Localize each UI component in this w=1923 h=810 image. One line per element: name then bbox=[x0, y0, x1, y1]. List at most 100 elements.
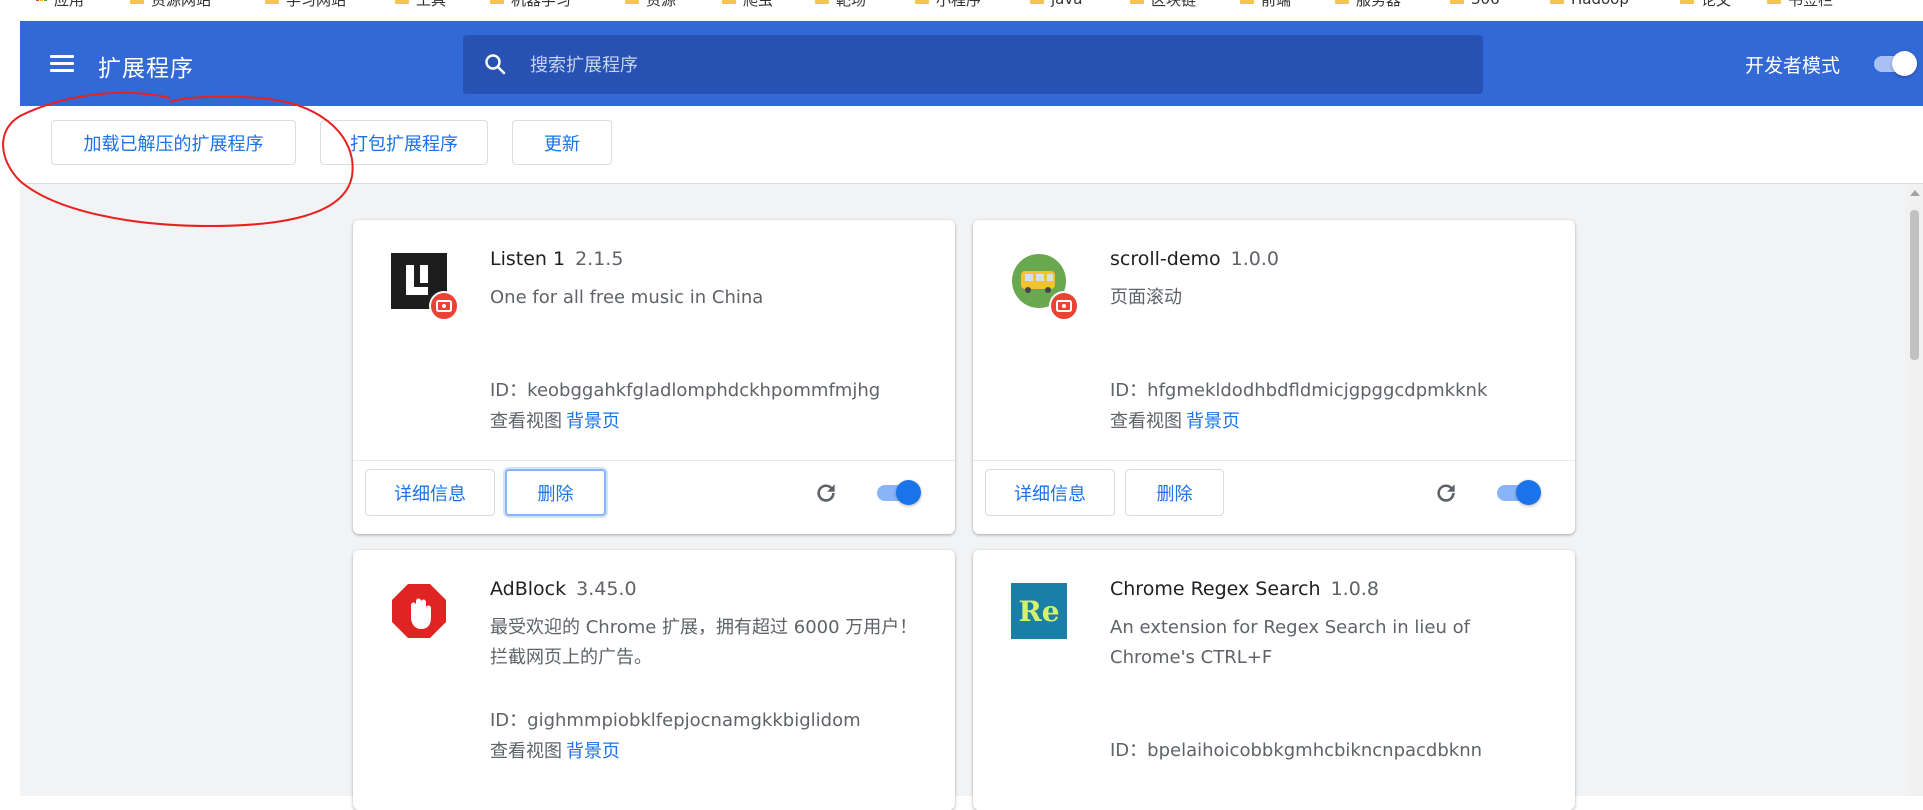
inspect-views: 查看视图 背景页 bbox=[490, 737, 620, 763]
re-icon-text: Re bbox=[1018, 595, 1059, 628]
extension-card: AdBlock 3.45.0 最受欢迎的 Chrome 扩展，拥有超过 6000 … bbox=[353, 550, 955, 810]
extension-version: 2.1.5 bbox=[575, 248, 624, 270]
developer-mode-label: 开发者模式 bbox=[1745, 55, 1841, 77]
bookmarks-bar: 应用 资源网站 学习网站 工具 机器学习 资源 爬虫 靶场 小程序 java 区… bbox=[0, 0, 1923, 21]
extension-description: 页面滚动 bbox=[1110, 287, 1182, 308]
load-unpacked-button[interactable]: 加载已解压的扩展程序 bbox=[51, 120, 296, 165]
folder-icon bbox=[1335, 0, 1349, 4]
enable-toggle[interactable] bbox=[1495, 480, 1541, 506]
bookmark-label: 306 bbox=[1471, 0, 1500, 8]
folder-icon bbox=[1240, 0, 1254, 4]
toggle-knob bbox=[1516, 480, 1541, 505]
reload-icon[interactable] bbox=[1433, 480, 1459, 506]
extension-version: 1.0.8 bbox=[1330, 578, 1379, 600]
scroll-up-arrow-icon[interactable] bbox=[1910, 190, 1920, 196]
folder-icon bbox=[1030, 0, 1044, 4]
folder-icon bbox=[130, 0, 144, 4]
bookmark-label: 机器学习 bbox=[511, 0, 571, 10]
developer-toolbar: 加载已解压的扩展程序 打包扩展程序 更新 bbox=[20, 106, 1923, 184]
enable-toggle[interactable] bbox=[875, 480, 921, 506]
remove-button[interactable]: 删除 bbox=[1125, 469, 1224, 516]
extensions-header: 扩展程序 开发者模式 bbox=[20, 21, 1923, 106]
id-label: ID： bbox=[1110, 740, 1148, 761]
bookmark-label: 学习网站 bbox=[286, 0, 346, 10]
extension-id: ID：keobggahkfgladlomphdckhpommfmjhg bbox=[490, 376, 880, 402]
folder-icon bbox=[265, 0, 279, 4]
extension-card: Re Chrome Regex Search 1.0.8 An extension… bbox=[973, 550, 1575, 810]
reload-icon[interactable] bbox=[813, 480, 839, 506]
id-label: ID： bbox=[1110, 380, 1148, 401]
unpacked-badge-icon bbox=[429, 291, 459, 321]
bookmark-label: 服务器 bbox=[1356, 0, 1401, 10]
menu-icon[interactable] bbox=[50, 55, 74, 73]
bookmark-folder[interactable]: 区块链 bbox=[1130, 0, 1196, 9]
extension-title: Listen 1 bbox=[490, 248, 566, 270]
id-value: keobggahkfgladlomphdckhpommfmjhg bbox=[527, 380, 881, 401]
background-page-link[interactable]: 背景页 bbox=[1186, 411, 1240, 432]
extension-title: AdBlock bbox=[490, 578, 567, 600]
search-input[interactable] bbox=[528, 47, 1432, 83]
bookmark-folder[interactable]: 前端 bbox=[1240, 0, 1291, 10]
bookmark-folder[interactable]: 靶场 bbox=[815, 0, 866, 9]
extension-id: ID：hfgmekldodhbdfldmicjgpggcdpmkknk bbox=[1110, 376, 1487, 402]
remove-button[interactable]: 删除 bbox=[505, 469, 606, 516]
bookmark-folder[interactable]: 机器学习 bbox=[490, 0, 571, 10]
card-divider bbox=[973, 460, 1575, 461]
update-button[interactable]: 更新 bbox=[512, 120, 612, 165]
bookmark-label: 书签栏 bbox=[1788, 0, 1833, 10]
bookmark-label: 资源 bbox=[646, 0, 676, 10]
bookmark-label: 爬虫 bbox=[743, 0, 773, 10]
toggle-knob bbox=[896, 480, 921, 505]
bookmark-apps[interactable]: 应用 bbox=[36, 0, 84, 9]
bookmark-folder[interactable]: java bbox=[1030, 0, 1082, 8]
bookmark-folder[interactable]: 小程序 bbox=[915, 0, 981, 10]
views-label: 查看视图 bbox=[490, 411, 562, 432]
developer-mode-toggle[interactable] bbox=[1872, 51, 1918, 77]
search-box[interactable] bbox=[463, 35, 1483, 94]
bookmark-folder[interactable]: 爬虫 bbox=[722, 0, 773, 10]
page-scrollbar[interactable] bbox=[1906, 184, 1923, 796]
folder-icon bbox=[815, 0, 829, 4]
background-page-link[interactable]: 背景页 bbox=[566, 411, 620, 432]
extension-title: Chrome Regex Search bbox=[1110, 578, 1321, 600]
bookmark-folder[interactable]: 学习网站 bbox=[265, 0, 346, 10]
bookmark-folder[interactable]: 306 bbox=[1450, 0, 1500, 8]
bookmark-folder[interactable]: 工具 bbox=[395, 0, 446, 10]
bookmark-label: 前端 bbox=[1261, 0, 1291, 10]
extension-description: An extension for Regex Search in lieu of… bbox=[1110, 617, 1470, 668]
pack-extension-button[interactable]: 打包扩展程序 bbox=[320, 120, 488, 165]
scrollbar-thumb[interactable] bbox=[1910, 210, 1919, 360]
bookmark-folder[interactable]: 资源网站 bbox=[130, 0, 211, 10]
bookmark-label: 资源网站 bbox=[151, 0, 211, 10]
folder-icon bbox=[722, 0, 736, 4]
unpacked-badge-icon bbox=[1049, 291, 1079, 321]
extension-version: 1.0.0 bbox=[1230, 248, 1280, 270]
card-divider bbox=[353, 460, 955, 461]
extension-id: ID：bpelaihoicobbkgmhcbikncnpacdbknn bbox=[1110, 736, 1482, 762]
folder-icon bbox=[1450, 0, 1464, 4]
toggle-knob bbox=[1892, 51, 1917, 76]
bookmark-folder[interactable]: Hadoop bbox=[1550, 0, 1629, 8]
bookmark-label: 小程序 bbox=[936, 0, 981, 10]
bus-icon bbox=[1011, 253, 1079, 321]
folder-icon bbox=[490, 0, 504, 4]
bookmark-folder[interactable]: 书签栏 bbox=[1767, 0, 1833, 10]
bookmark-folder[interactable]: 资源 bbox=[625, 0, 676, 10]
id-value: hfgmekldodhbdfldmicjgpggcdpmkknk bbox=[1147, 380, 1488, 401]
bookmark-folder[interactable]: 论文 bbox=[1680, 0, 1731, 9]
apps-icon bbox=[36, 0, 47, 1]
extension-id: ID：gighmmpiobklfepjocnamgkkbiglidom bbox=[490, 706, 861, 732]
details-button[interactable]: 详细信息 bbox=[985, 469, 1115, 516]
bookmark-folder[interactable]: 服务器 bbox=[1335, 0, 1401, 10]
bookmark-label: 工具 bbox=[416, 0, 446, 10]
background-page-link[interactable]: 背景页 bbox=[566, 741, 620, 762]
id-label: ID： bbox=[490, 380, 528, 401]
extension-name: scroll-demo 1.0.0 bbox=[1110, 248, 1279, 270]
regex-re-icon: Re bbox=[1011, 583, 1067, 639]
page-title: 扩展程序 bbox=[98, 56, 194, 82]
folder-icon bbox=[625, 0, 639, 4]
folder-icon bbox=[395, 0, 409, 4]
id-label: ID： bbox=[490, 710, 528, 731]
details-button[interactable]: 详细信息 bbox=[365, 469, 495, 516]
extension-version: 3.45.0 bbox=[576, 578, 637, 600]
